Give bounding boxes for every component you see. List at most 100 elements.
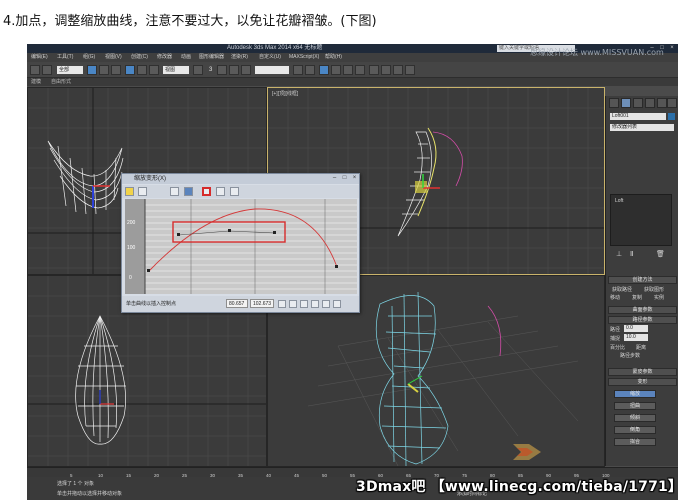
pivot-icon[interactable] bbox=[193, 65, 203, 75]
dialog-maximize-icon[interactable]: □ bbox=[340, 174, 349, 183]
get-shape-button[interactable]: 获取图形 bbox=[644, 286, 664, 293]
rollout-deformations[interactable]: 变形 bbox=[608, 378, 677, 386]
pin-stack-icon[interactable]: ⊥ bbox=[616, 250, 622, 258]
menu-create[interactable]: 创建(C) bbox=[131, 53, 148, 62]
scale-icon[interactable] bbox=[149, 65, 159, 75]
tab-motion-icon[interactable] bbox=[645, 98, 655, 108]
tab-hierarchy-icon[interactable] bbox=[633, 98, 643, 108]
render-icon[interactable] bbox=[405, 65, 415, 75]
show-end-result-icon[interactable]: Ⅱ bbox=[630, 250, 633, 258]
stack-item-loft[interactable]: Loft bbox=[615, 198, 623, 204]
deform-scale-button[interactable]: 缩放 bbox=[614, 390, 656, 398]
modifier-stack[interactable]: Loft bbox=[610, 194, 672, 246]
ribbon-tab-freeform[interactable]: 自由形式 bbox=[51, 78, 71, 86]
window-title: Autodesk 3ds Max 2014 x64 无标题 bbox=[227, 45, 323, 51]
distance-radio[interactable]: 距离 bbox=[636, 344, 646, 351]
select-icon[interactable] bbox=[87, 65, 97, 75]
spinner-snap-icon[interactable] bbox=[241, 65, 251, 75]
object-color-swatch[interactable] bbox=[668, 113, 675, 120]
menu-animation[interactable]: 动画 bbox=[181, 53, 191, 62]
deform-twist-button[interactable]: 扭曲 bbox=[614, 402, 656, 410]
undo-icon[interactable] bbox=[30, 65, 40, 75]
rotate-icon[interactable] bbox=[137, 65, 147, 75]
dialog-title: 缩放变形(X) bbox=[122, 174, 359, 184]
graphite-icon[interactable] bbox=[331, 65, 341, 75]
zoom-icon[interactable] bbox=[322, 300, 330, 308]
point-x-field[interactable]: 80.657 bbox=[226, 299, 248, 308]
move-control-point-icon[interactable] bbox=[184, 187, 193, 196]
swap-curves-icon[interactable] bbox=[170, 187, 179, 196]
percent-radio[interactable]: 百分比 bbox=[610, 344, 625, 351]
menu-customize[interactable]: 自定义(U) bbox=[259, 53, 281, 62]
curve-editor-icon[interactable] bbox=[343, 65, 353, 75]
zoom-horizontal-icon[interactable] bbox=[300, 300, 308, 308]
align-icon[interactable] bbox=[305, 65, 315, 75]
zoom-vertical-icon[interactable] bbox=[311, 300, 319, 308]
mirror-icon[interactable] bbox=[293, 65, 303, 75]
menu-group[interactable]: 组(G) bbox=[83, 53, 95, 62]
select-by-name-icon[interactable] bbox=[99, 65, 109, 75]
close-icon[interactable]: × bbox=[667, 44, 677, 53]
modifier-list-dropdown[interactable]: 修改器列表 bbox=[610, 124, 674, 131]
move-icon[interactable] bbox=[125, 65, 135, 75]
menu-rendering[interactable]: 渲染(R) bbox=[231, 53, 248, 62]
rollout-path-params[interactable]: 路径参数 bbox=[608, 316, 677, 324]
tab-utilities-icon[interactable] bbox=[667, 98, 677, 108]
menu-views[interactable]: 视图(V) bbox=[105, 53, 122, 62]
reference-coord-dropdown[interactable]: 视图 bbox=[163, 66, 189, 74]
dialog-close-icon[interactable]: × bbox=[350, 174, 359, 183]
deform-fit-button[interactable]: 拟合 bbox=[614, 438, 656, 446]
rect-select-icon[interactable] bbox=[111, 65, 121, 75]
menu-edit[interactable]: 编辑(E) bbox=[31, 53, 48, 62]
tab-display-icon[interactable] bbox=[657, 98, 667, 108]
dialog-minimize-icon[interactable]: – bbox=[330, 174, 339, 183]
menu-graph-editors[interactable]: 图形编辑器 bbox=[199, 53, 224, 62]
menu-tools[interactable]: 工具(T) bbox=[57, 53, 73, 62]
material-editor-icon[interactable] bbox=[369, 65, 379, 75]
insert-corner-point-icon[interactable] bbox=[202, 187, 211, 196]
object-name-field[interactable]: Loft001 bbox=[610, 113, 666, 120]
copy-radio[interactable]: 复制 bbox=[632, 294, 642, 301]
delete-control-point-icon[interactable] bbox=[216, 187, 225, 196]
named-selection-dropdown[interactable] bbox=[255, 66, 289, 74]
ribbon-tab-modeling[interactable]: 建模 bbox=[31, 78, 41, 86]
snap-field[interactable]: 10.0 bbox=[624, 334, 648, 341]
remove-modifier-icon[interactable]: 🗑 bbox=[656, 250, 665, 258]
menu-modifiers[interactable]: 修改器 bbox=[157, 53, 172, 62]
zoom-region-icon[interactable] bbox=[333, 300, 341, 308]
get-path-button[interactable]: 获取路径 bbox=[612, 286, 632, 293]
instance-radio[interactable]: 实例 bbox=[654, 294, 664, 301]
tab-create-icon[interactable] bbox=[609, 98, 619, 108]
angle-snap-icon[interactable] bbox=[217, 65, 227, 75]
display-x-icon[interactable] bbox=[138, 187, 147, 196]
reset-curve-icon[interactable] bbox=[230, 187, 239, 196]
deform-bevel-button[interactable]: 倒角 bbox=[614, 426, 656, 434]
move-radio[interactable]: 移动 bbox=[610, 294, 620, 301]
make-symmetrical-icon[interactable] bbox=[125, 187, 134, 196]
snap-toggle[interactable]: 3 bbox=[209, 65, 212, 75]
render-setup-icon[interactable] bbox=[381, 65, 391, 75]
path-steps-radio[interactable]: 路径步数 bbox=[620, 352, 640, 359]
tab-modify-icon[interactable] bbox=[621, 98, 631, 108]
dialog-status-bar: 单击曲线以插入控制点 80.657 102.673 bbox=[122, 296, 359, 312]
layer-manager-icon[interactable] bbox=[319, 65, 329, 75]
path-field[interactable]: 0.0 bbox=[624, 325, 648, 332]
deform-teeter-button[interactable]: 倾斜 bbox=[614, 414, 656, 422]
selection-filter-dropdown[interactable]: 全部 bbox=[57, 66, 83, 74]
deformation-graph-canvas: 200 100 0 bbox=[127, 199, 357, 294]
pan-icon[interactable] bbox=[278, 300, 286, 308]
viewport-top-right-label[interactable]: [+][顶][线框] bbox=[272, 90, 298, 97]
deformation-graph[interactable]: 200 100 0 bbox=[125, 199, 357, 294]
menu-maxscript[interactable]: MAXScript(X) bbox=[289, 53, 319, 62]
rollout-creation-method[interactable]: 创建方法 bbox=[608, 276, 677, 284]
menu-help[interactable]: 帮助(H) bbox=[325, 53, 342, 62]
rollout-skin-params[interactable]: 蒙皮参数 bbox=[608, 368, 677, 376]
percent-snap-icon[interactable] bbox=[229, 65, 239, 75]
rollout-surface-params[interactable]: 曲面参数 bbox=[608, 306, 677, 314]
zoom-extents-icon[interactable] bbox=[289, 300, 297, 308]
render-frame-icon[interactable] bbox=[393, 65, 403, 75]
point-y-field[interactable]: 102.673 bbox=[250, 299, 274, 308]
redo-icon[interactable] bbox=[42, 65, 52, 75]
snap-label: 捕捉 bbox=[610, 336, 621, 342]
schematic-icon[interactable] bbox=[355, 65, 365, 75]
